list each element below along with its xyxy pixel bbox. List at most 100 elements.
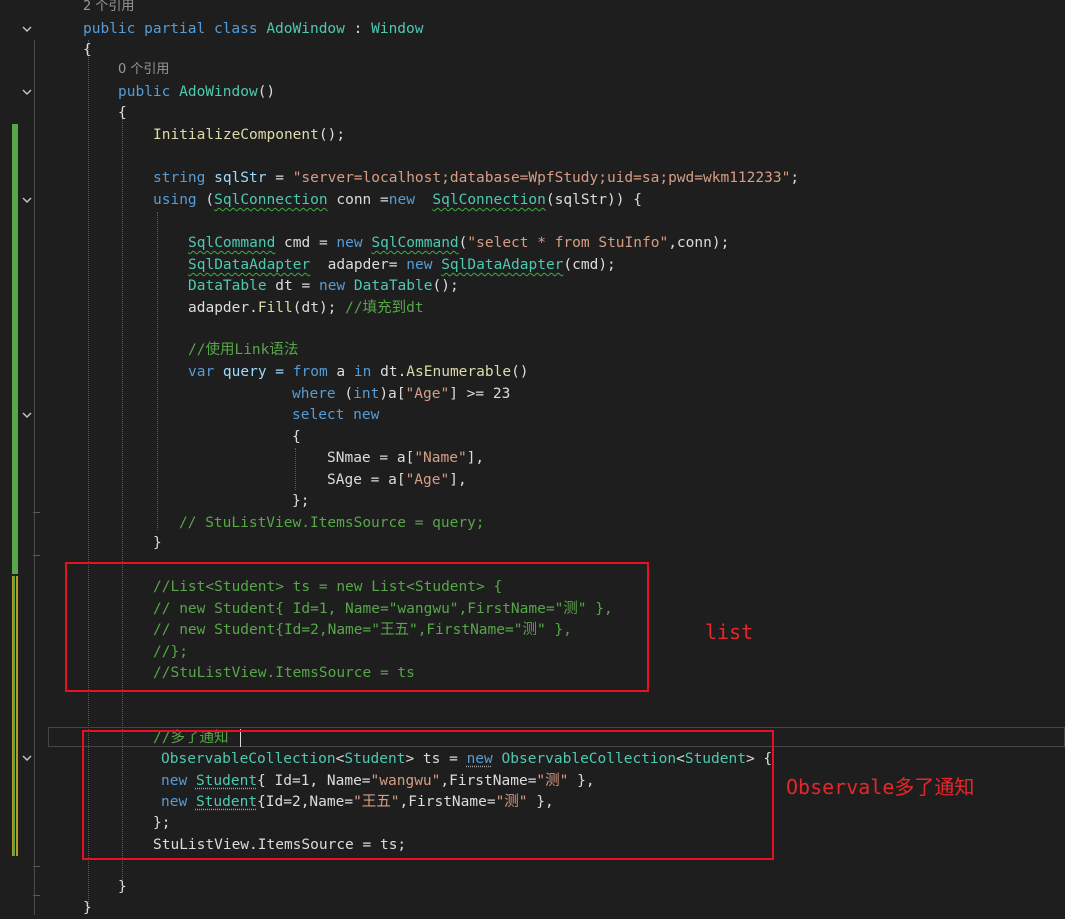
punctuation: () [257,84,276,100]
punctuation: ( [196,192,215,208]
identifier: a [327,364,354,380]
indent-guide [295,448,296,490]
keyword: new [353,407,380,423]
punctuation: dt = [266,278,319,294]
brace: } [153,535,162,551]
editor-gutter [0,0,48,915]
keyword: in [353,364,372,380]
type-name: SqlConnection [432,192,546,208]
identifier: dt. [371,364,407,380]
punctuation: ], [449,472,467,488]
indent-guide [157,212,158,530]
method-name: InitializeComponent [153,127,319,143]
brace: { [118,105,127,121]
keyword: var [188,364,215,380]
keyword: public [118,84,180,100]
comment: //填充到dt [345,300,424,316]
punctuation: (cmd); [563,257,616,273]
keyword: int [353,386,380,402]
identifier: SNmae = a[ [327,450,415,466]
code-line: SqlDataAdapter adapder= new SqlDataAdapt… [188,254,616,276]
string-literal: "Age" [405,472,450,488]
punctuation: = [266,170,293,186]
punctuation: () [511,364,529,380]
keyword: new [388,192,415,208]
punctuation: ,conn); [668,235,730,251]
type-name: SqlDataAdapter [441,257,564,273]
punctuation [432,257,441,273]
punctuation: ], [466,450,485,466]
code-line: SAge = a["Age"], [327,469,467,491]
code-line: where (int)a["Age"] >= 23 [292,383,510,405]
indent-guide [34,40,35,915]
punctuation: (); [318,127,346,143]
punctuation: (sqlStr)) { [545,192,642,208]
code-line: adapder.Fill(dt); //填充到dt [188,297,424,319]
change-bar-green [12,124,18,574]
comment: // StuListView.ItemsSource = query; [179,515,485,531]
punctuation: (); [432,278,459,294]
code-line: string sqlStr = "server=localhost;databa… [153,167,799,189]
change-bar-green-2 [13,576,15,856]
codelens-references[interactable]: 0 个引用 [118,59,169,81]
keyword: new [336,235,363,251]
identifier: adapder. [188,300,258,316]
code-line: InitializeComponent(); [153,124,345,146]
method-name: Fill [257,300,293,316]
brace: }; [292,493,310,509]
punctuation: ( [335,386,354,402]
punctuation: ; [790,170,800,186]
constructor-declaration: public AdoWindow() [118,81,275,103]
code-line: var query = from a in dt.AsEnumerable() [188,361,529,383]
observable-annotation-box [82,730,774,860]
observable-annotation-label: Observale多了通知 [786,775,975,799]
identifier: SAge = a[ [327,472,406,488]
keyword: from [292,364,328,380]
keyword: select [292,407,345,423]
identifier: query = [214,364,293,380]
brace: { [292,429,301,445]
type-name: DataTable [353,278,433,294]
type-name: SqlDataAdapter [188,257,311,273]
brace: } [83,900,92,916]
base-class: Window [371,21,424,37]
punctuation: )a[ [379,386,406,402]
type-name: SqlCommand [188,235,276,251]
class-declaration: public partial class AdoWindow : Window [83,18,424,40]
code-line: using (SqlConnection conn =new SqlConnec… [153,189,642,211]
code-line: select new [292,404,379,426]
punctuation [345,278,354,294]
list-annotation-box [65,562,649,692]
punctuation: : [344,21,372,37]
keyword: new [406,257,433,273]
punctuation [415,192,432,208]
type-name: SqlCommand [371,235,459,251]
punctuation: (dt); [292,300,346,316]
method-name: AsEnumerable [406,364,512,380]
keyword: new [318,278,346,294]
code-line: SNmae = a["Name"], [327,447,484,469]
string-literal: "server=localhost;database=WpfStudy;uid=… [292,170,791,186]
constructor-name: AdoWindow [179,84,258,100]
keyword: string [153,170,215,186]
brace: { [83,42,92,58]
keyword: using [153,192,197,208]
identifier: sqlStr [214,170,267,186]
code-editor[interactable]: 2 个引用 public partial class AdoWindow : W… [0,0,1065,916]
fold-chevron-icon[interactable] [20,22,36,36]
punctuation: adapder= [310,257,407,273]
string-literal: "Name" [414,450,467,466]
punctuation: conn = [327,192,389,208]
punctuation [344,407,353,423]
punctuation: ] >= 23 [449,386,511,402]
class-name: AdoWindow [266,21,345,37]
code-line: SqlCommand cmd = new SqlCommand("select … [188,232,729,254]
type-name: DataTable [188,278,267,294]
brace: } [118,879,127,895]
codelens-references[interactable]: 2 个引用 [83,0,134,18]
code-line: DataTable dt = new DataTable(); [188,275,459,297]
string-literal: "Age" [405,386,450,402]
string-literal: "select * from StuInfo" [467,235,669,251]
list-annotation-label: list [705,620,754,644]
punctuation: cmd = [275,235,337,251]
